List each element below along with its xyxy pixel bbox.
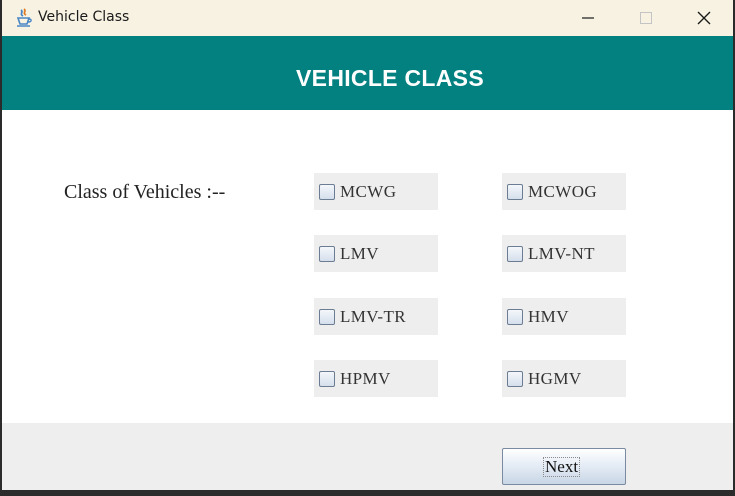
checkbox-box[interactable] <box>507 371 523 387</box>
checkbox-box[interactable] <box>319 371 335 387</box>
checkbox-lmv-tr[interactable]: LMV-TR <box>314 298 438 335</box>
minimize-button[interactable] <box>559 0 617 36</box>
window-title: Vehicle Class <box>38 9 130 25</box>
next-button-label: Next <box>543 457 581 477</box>
checkbox-box[interactable] <box>319 309 335 325</box>
checkbox-hmv[interactable]: HMV <box>502 298 626 335</box>
checkbox-mcwg[interactable]: MCWG <box>314 173 438 210</box>
java-cup-icon <box>14 8 34 28</box>
maximize-button[interactable] <box>617 0 675 36</box>
checkbox-label: HPMV <box>340 369 391 388</box>
checkbox-label: MCWG <box>340 182 397 201</box>
checkbox-box[interactable] <box>507 309 523 325</box>
checkbox-hgmv[interactable]: HGMV <box>502 360 626 397</box>
checkbox-label: LMV-NT <box>528 244 595 263</box>
checkbox-label: HGMV <box>528 369 582 388</box>
checkbox-box[interactable] <box>507 184 523 200</box>
checkbox-lmv[interactable]: LMV <box>314 235 438 272</box>
checkbox-lmv-nt[interactable]: LMV-NT <box>502 235 626 272</box>
maximize-icon <box>640 12 652 24</box>
checkbox-box[interactable] <box>319 246 335 262</box>
minimize-icon <box>582 17 594 19</box>
close-button[interactable] <box>675 0 733 36</box>
checkbox-box[interactable] <box>319 184 335 200</box>
form-panel: Class of Vehicles :-- MCWG MCWOG LMV LMV… <box>2 110 733 423</box>
class-of-vehicles-label: Class of Vehicles :-- <box>64 181 226 203</box>
checkbox-label: HMV <box>528 307 569 326</box>
page-title: VEHICLE CLASS <box>296 65 484 91</box>
next-button[interactable]: Next <box>502 448 626 485</box>
close-icon <box>697 11 711 25</box>
checkbox-hpmv[interactable]: HPMV <box>314 360 438 397</box>
checkbox-label: LMV <box>340 244 379 263</box>
checkbox-mcwog[interactable]: MCWOG <box>502 173 626 210</box>
header-banner: VEHICLE CLASS <box>2 36 733 110</box>
checkbox-box[interactable] <box>507 246 523 262</box>
checkbox-label: MCWOG <box>528 182 598 201</box>
title-bar[interactable]: Vehicle Class <box>2 0 733 36</box>
app-window: Vehicle Class VEHICLE CLASS Class of Veh… <box>0 0 735 496</box>
checkbox-label: LMV-TR <box>340 307 407 326</box>
footer-bar: Next <box>2 423 733 490</box>
